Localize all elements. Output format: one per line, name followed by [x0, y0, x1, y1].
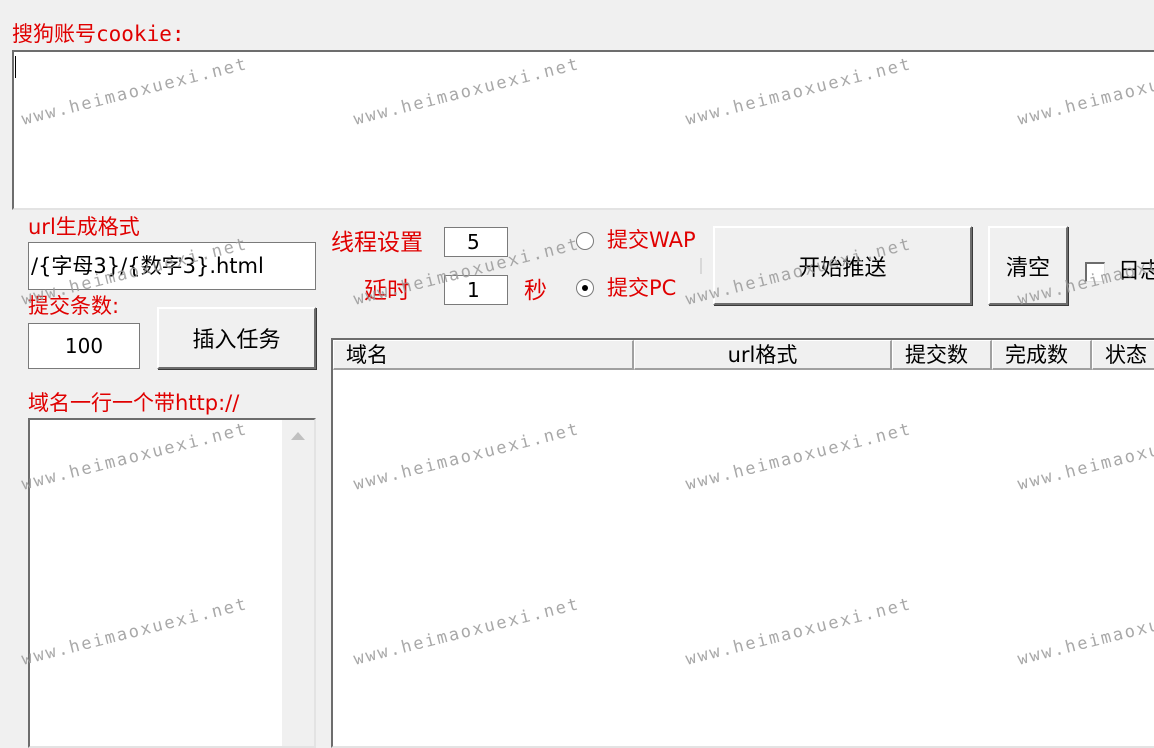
column-header-submitted[interactable]: 提交数 [892, 340, 992, 370]
task-table[interactable]: 域名 url格式 提交数 完成数 状态 [331, 338, 1154, 748]
submit-count-label: 提交条数: [28, 294, 120, 318]
separator [700, 258, 702, 274]
task-table-header: 域名 url格式 提交数 完成数 状态 [333, 340, 1154, 370]
column-header-completed[interactable]: 完成数 [992, 340, 1092, 370]
cookie-textarea[interactable] [12, 50, 1154, 210]
scroll-up-icon[interactable] [291, 432, 305, 440]
threads-label: 线程设置 [331, 230, 423, 256]
submit-wap-label[interactable]: 提交WAP [607, 228, 696, 252]
domains-label: 域名一行一个带http:// [28, 391, 240, 415]
url-format-input[interactable]: /{字母3}/{数字3}.html [28, 242, 316, 290]
start-push-button[interactable]: 开始推送 [713, 226, 972, 305]
clear-button[interactable]: 清空 [988, 226, 1068, 305]
text-cursor [15, 56, 16, 78]
delay-unit: 秒 [524, 278, 547, 304]
radio-submit-pc[interactable] [576, 279, 594, 297]
threads-input[interactable]: 5 [444, 227, 508, 257]
column-header-status[interactable]: 状态 [1092, 340, 1154, 370]
submit-count-input[interactable]: 100 [28, 323, 140, 369]
log-checkbox[interactable] [1085, 262, 1105, 282]
url-format-label: url生成格式 [28, 215, 140, 239]
cookie-label: 搜狗账号cookie: [12, 22, 185, 46]
delay-input[interactable]: 1 [444, 275, 508, 305]
column-header-domain[interactable]: 域名 [333, 340, 634, 370]
radio-submit-wap[interactable] [576, 232, 594, 250]
domains-textarea[interactable] [28, 418, 316, 748]
column-header-url-format[interactable]: url格式 [634, 340, 892, 370]
delay-label: 延时 [364, 278, 410, 304]
insert-task-button[interactable]: 插入任务 [157, 307, 316, 369]
log-checkbox-label[interactable]: 日志 [1118, 258, 1154, 286]
domains-scrollbar[interactable] [282, 420, 314, 746]
radio-selected-dot [582, 285, 588, 291]
submit-pc-label[interactable]: 提交PC [607, 276, 676, 300]
